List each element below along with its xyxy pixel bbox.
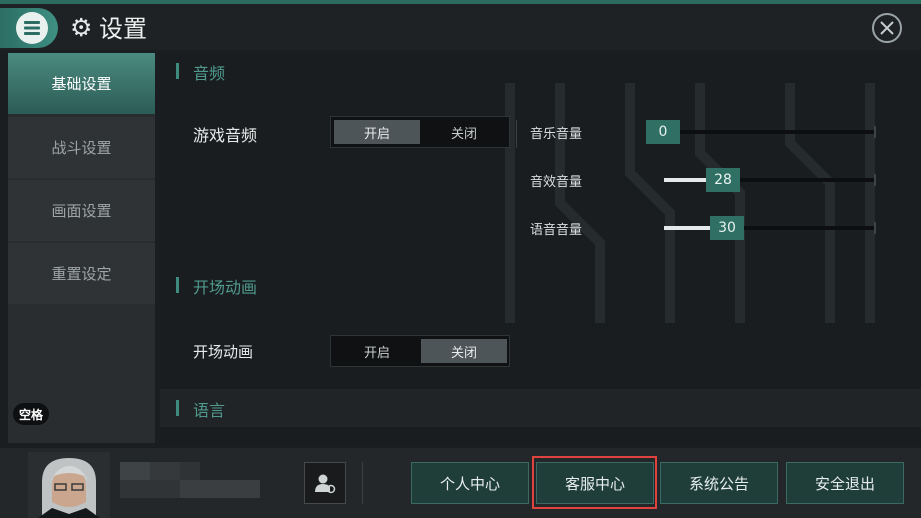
slider-value[interactable]: 30: [710, 216, 744, 240]
game-audio-toggle[interactable]: 开启 关闭: [330, 116, 510, 148]
sfx-volume-label: 音效音量: [530, 175, 583, 190]
section-marker: [176, 400, 179, 416]
toggle-on-option[interactable]: 开启: [334, 339, 420, 363]
section-title-opening: 开场动画: [193, 278, 258, 297]
sidebar-item-basic[interactable]: 基础设置: [8, 53, 155, 114]
toggle-on-option[interactable]: 开启: [334, 120, 420, 144]
sidebar-item-battle[interactable]: 战斗设置: [8, 117, 155, 178]
settings-content: 音频 游戏音频 开启 关闭 音乐音量 0 音效音量 28 语音音量 30 开场动…: [160, 53, 921, 443]
sidebar-item-label: 画面设置: [51, 202, 112, 220]
safe-logout-button[interactable]: 安全退出: [786, 462, 904, 504]
divider: [516, 120, 517, 148]
close-button[interactable]: [872, 13, 902, 43]
menu-list-icon: [16, 12, 48, 44]
sidebar-item-reset[interactable]: 重置设定: [8, 243, 155, 304]
toggle-off-option[interactable]: 关闭: [421, 120, 507, 144]
sidebar-item-graphics[interactable]: 画面设置: [8, 180, 155, 241]
account-switch-icon: [315, 474, 336, 494]
section-title-audio: 音频: [193, 64, 226, 83]
menu-button[interactable]: [0, 8, 58, 48]
music-volume-label: 音乐音量: [530, 127, 583, 142]
highlight-box: [532, 456, 657, 509]
sfx-volume-slider[interactable]: 28: [664, 168, 876, 192]
toggle-off-option[interactable]: 关闭: [421, 339, 507, 363]
slider-end-mark: [874, 126, 876, 138]
sidebar-item-label: 重置设定: [51, 265, 112, 283]
slider-value[interactable]: 0: [646, 120, 680, 144]
slider-value[interactable]: 28: [706, 168, 740, 192]
section-title-language: 语言: [193, 401, 226, 420]
game-audio-label: 游戏音频: [193, 126, 258, 145]
section-marker: [176, 277, 179, 293]
slider-end-mark: [874, 174, 876, 186]
slider-end-mark: [874, 222, 876, 234]
section-marker: [176, 63, 179, 79]
close-icon: [880, 21, 894, 35]
section-header-language: [160, 389, 921, 427]
divider: [362, 462, 363, 504]
player-avatar: [28, 452, 110, 518]
personal-center-button[interactable]: 个人中心: [411, 462, 529, 504]
voice-volume-label: 语音音量: [530, 223, 583, 238]
system-notice-button[interactable]: 系统公告: [660, 462, 778, 504]
sidebar-item-label: 基础设置: [51, 75, 112, 93]
gear-icon: ⚙: [70, 13, 93, 42]
music-volume-slider[interactable]: 0: [646, 120, 876, 144]
key-hint-badge: 空格: [13, 403, 49, 425]
voice-volume-slider[interactable]: 30: [664, 216, 876, 240]
switch-account-button[interactable]: [304, 462, 346, 504]
opening-animation-label: 开场动画: [193, 343, 254, 361]
opening-animation-toggle[interactable]: 开启 关闭: [330, 335, 510, 367]
page-title: 设置: [99, 15, 147, 43]
settings-sidebar: 基础设置 战斗设置 画面设置 重置设定: [8, 53, 155, 443]
sidebar-item-label: 战斗设置: [51, 139, 112, 157]
